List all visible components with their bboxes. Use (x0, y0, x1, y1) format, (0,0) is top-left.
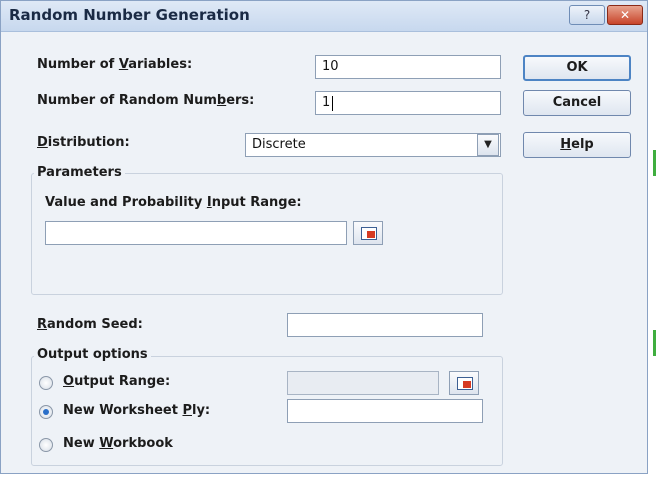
new-worksheet-ply-radio[interactable] (39, 405, 53, 419)
help-button[interactable]: Help (523, 132, 631, 158)
label-part: Number of (37, 57, 119, 72)
label-part: Value and Probability (45, 195, 207, 210)
number-of-random-numbers-label: Number of Random Numbers: (37, 93, 254, 108)
output-range-label[interactable]: Output Range: (63, 374, 170, 389)
text-caret (332, 96, 333, 111)
input-range-label: Value and Probability Input Range: (45, 195, 302, 210)
chevron-down-icon[interactable]: ▼ (477, 134, 499, 156)
distribution-select[interactable]: Discrete (245, 133, 501, 157)
access-key: V (118, 57, 129, 72)
label-part: utput Range: (74, 374, 171, 389)
access-key: P (182, 403, 192, 418)
label-part: istribution: (47, 135, 130, 150)
select-value: Discrete (252, 137, 306, 152)
title-bar[interactable]: Random Number Generation ? ✕ (1, 1, 647, 32)
range-selector-icon[interactable] (449, 371, 479, 395)
number-of-variables-label: Number of Variables: (37, 57, 192, 72)
label-part: New Worksheet (63, 403, 183, 418)
background-edge-mark (653, 150, 656, 176)
input-value: 1 (322, 95, 331, 110)
access-key: D (37, 135, 48, 150)
label-part: elp (571, 137, 594, 152)
distribution-label: Distribution: (37, 135, 130, 150)
selection-glyph (463, 381, 471, 388)
close-button[interactable]: ✕ (607, 5, 643, 25)
random-seed-input[interactable] (287, 313, 483, 337)
range-selector-icon[interactable] (353, 221, 383, 245)
access-key: b (216, 93, 227, 108)
output-options-group-title: Output options (34, 347, 151, 362)
title-help-button[interactable]: ? (569, 5, 605, 25)
new-workbook-label[interactable]: New Workbook (63, 436, 173, 451)
selection-glyph (367, 231, 375, 238)
input-range-field[interactable] (45, 221, 347, 245)
label-part: nput Range: (211, 195, 302, 210)
output-range-input[interactable] (287, 371, 439, 395)
label-part: andom Seed: (47, 317, 143, 332)
label-part: ly: (192, 403, 211, 418)
output-range-radio[interactable] (39, 376, 53, 390)
label-part: New (63, 436, 100, 451)
access-key: H (560, 137, 572, 152)
number-of-variables-input[interactable]: 10 (315, 55, 501, 79)
label-part: orkbook (113, 436, 173, 451)
random-number-generation-dialog: Random Number Generation ? ✕ Number of V… (0, 0, 648, 474)
access-key: W (99, 436, 114, 451)
label-part: ers: (226, 93, 255, 108)
access-key: O (63, 374, 75, 389)
new-worksheet-ply-label[interactable]: New Worksheet Ply: (63, 403, 210, 418)
label-part: Number of Random Num (37, 93, 217, 108)
parameters-group-title: Parameters (34, 165, 125, 180)
number-of-random-numbers-input[interactable]: 1 (315, 91, 501, 115)
cancel-button[interactable]: Cancel (523, 90, 631, 116)
label-part: ariables: (128, 57, 193, 72)
new-worksheet-ply-input[interactable] (287, 399, 483, 423)
dialog-title: Random Number Generation (9, 6, 250, 24)
access-key: R (37, 317, 48, 332)
new-workbook-radio[interactable] (39, 438, 53, 452)
random-seed-label: Random Seed: (37, 317, 143, 332)
ok-button[interactable]: OK (523, 55, 631, 81)
background-edge-mark (653, 330, 656, 356)
